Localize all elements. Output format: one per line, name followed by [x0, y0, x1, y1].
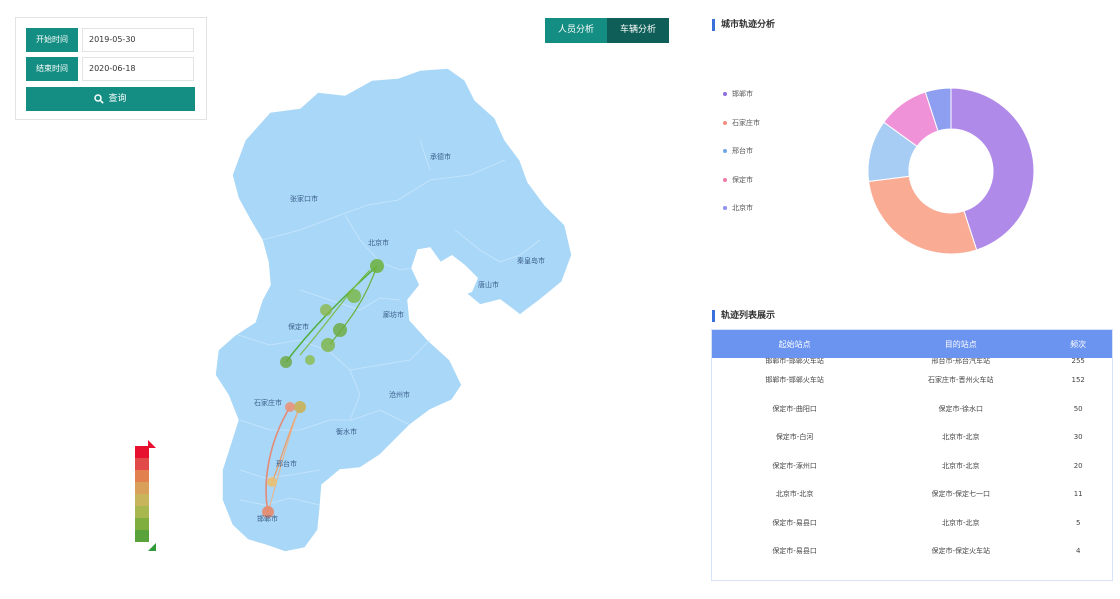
map-label-cangzhou: 沧州市 [389, 391, 410, 399]
cell-origin: 保定市-易县口 [772, 518, 817, 527]
cell-origin: 邯郸市-邯郸火车站 [765, 358, 824, 365]
legend-segment [135, 494, 149, 506]
donut-legend-item[interactable]: 邢台市 [723, 146, 753, 156]
map-label-hengshui: 衡水市 [336, 428, 357, 436]
legend-segment [135, 446, 149, 458]
map-label-beijing: 北京市 [368, 239, 389, 247]
cell-destination: 北京市-北京 [941, 461, 980, 470]
cell-destination: 邢台市-邢台汽车站 [931, 358, 991, 365]
cell-destination: 保定市-保定火车站 [931, 547, 991, 556]
cell-frequency: 20 [1073, 461, 1083, 470]
legend-segment [135, 482, 149, 494]
cell-origin: 保定市-易县口 [772, 547, 817, 556]
cell-origin: 保定市-曲阳口 [772, 404, 817, 413]
cell-destination: 北京市-北京 [941, 433, 980, 442]
legend-max-handle[interactable] [148, 440, 156, 448]
cell-destination: 北京市-北京 [941, 518, 980, 527]
city-trajectory-title: 城市轨迹分析 [712, 19, 775, 31]
cell-origin: 保定市-白河 [775, 433, 814, 442]
legend-segment [135, 458, 149, 470]
table-row[interactable]: 保定市-易县口 保定市-保定火车站 4 [712, 537, 1112, 566]
donut-legend-item[interactable]: 邯郸市 [723, 89, 753, 99]
donut-legend-label: 邢台市 [732, 147, 753, 155]
map-label-zhangjiakou: 张家口市 [290, 195, 318, 203]
table-row[interactable]: 保定市-白河 北京市-北京 30 [712, 423, 1112, 452]
cell-frequency: 4 [1075, 547, 1081, 556]
cell-frequency: 11 [1073, 490, 1083, 499]
legend-segment [135, 530, 149, 542]
legend-dot-icon [723, 206, 727, 210]
table-body[interactable]: 邯郸市-邯郸火车站 邢台市-邢台汽车站 255 邯郸市-邯郸火车站 石家庄市-晋州火车站… [712, 358, 1112, 580]
donut-legend-item[interactable]: 北京市 [723, 203, 753, 213]
table-row[interactable]: 保定市-易县口 北京市-北京 5 [712, 509, 1112, 538]
legend-segment [135, 470, 149, 482]
legend-dot-icon [723, 149, 727, 153]
legend-segment [135, 518, 149, 530]
donut-legend-item[interactable]: 石家庄市 [723, 118, 760, 128]
trajectory-list-title: 轨迹列表展示 [712, 310, 775, 322]
map-label-qinhuangdao: 秦皇岛市 [517, 257, 545, 265]
header-frequency: 频次 [1070, 339, 1087, 349]
table-row[interactable]: 邯郸市-邯郸火车站 邢台市-邢台汽车站 255 [712, 358, 1112, 366]
map-label-chengde: 承德市 [430, 153, 451, 161]
trajectory-table: 起始站点 目的站点 频次 邯郸市-邯郸火车站 邢台市-邢台汽车站 255 邯郸市-邯郸… [711, 329, 1113, 581]
map-label-langfang: 廊坊市 [383, 311, 404, 319]
legend-dot-icon [723, 92, 727, 96]
legend-dot-icon [723, 177, 727, 182]
donut-legend-label: 北京市 [732, 204, 753, 212]
province-map [214, 67, 573, 553]
table-row[interactable]: 邯郸市-邯郸火车站 石家庄市-晋州火车站 152 [712, 366, 1112, 395]
cell-frequency: 255 [1071, 358, 1085, 365]
map-label-baoding: 保定市 [288, 323, 309, 331]
header-destination: 目的站点 [944, 339, 977, 349]
cell-origin: 北京市-北京 [775, 490, 814, 499]
header-origin: 起始站点 [778, 339, 811, 349]
cell-origin: 保定市-涿州口 [772, 461, 817, 470]
cell-destination: 石家庄市-晋州火车站 [927, 376, 994, 385]
legend-min-handle[interactable] [148, 543, 156, 551]
donut-legend-item[interactable]: 保定市 [723, 175, 753, 185]
legend-segment [135, 506, 149, 518]
cell-frequency: 30 [1073, 433, 1083, 442]
table-row[interactable]: 北京市-北京 保定市-保定七一口 11 [712, 480, 1112, 509]
cell-destination: 保定市-保定七一口 [931, 490, 991, 499]
legend-dot-icon [723, 120, 727, 125]
vehicle-analysis-tab[interactable]: 车辆分析 [607, 18, 669, 43]
donut-slice[interactable] [868, 175, 978, 255]
map-label-handan: 邯郸市 [257, 515, 278, 523]
cell-frequency: 50 [1073, 404, 1083, 413]
donut-chart [867, 87, 1035, 255]
map-label-xingtai: 邢台市 [276, 460, 297, 468]
table-row[interactable]: 保定市-涿州口 北京市-北京 20 [712, 452, 1112, 481]
donut-legend-label: 石家庄市 [732, 118, 760, 127]
donut-legend-label: 保定市 [732, 175, 753, 184]
donut-legend-label: 邯郸市 [732, 90, 753, 98]
heat-legend-bar [135, 446, 149, 542]
map-label-tangshan: 唐山市 [478, 281, 499, 289]
cell-destination: 保定市-徐水口 [938, 404, 984, 413]
map-label-shijiazhuang: 石家庄市 [254, 399, 282, 407]
cell-frequency: 152 [1071, 376, 1085, 385]
cell-origin: 邯郸市-邯郸火车站 [765, 376, 824, 385]
table-header: 起始站点 目的站点 频次 [712, 330, 1112, 358]
table-row[interactable]: 保定市-曲阳口 保定市-徐水口 50 [712, 395, 1112, 424]
cell-frequency: 5 [1075, 518, 1081, 527]
